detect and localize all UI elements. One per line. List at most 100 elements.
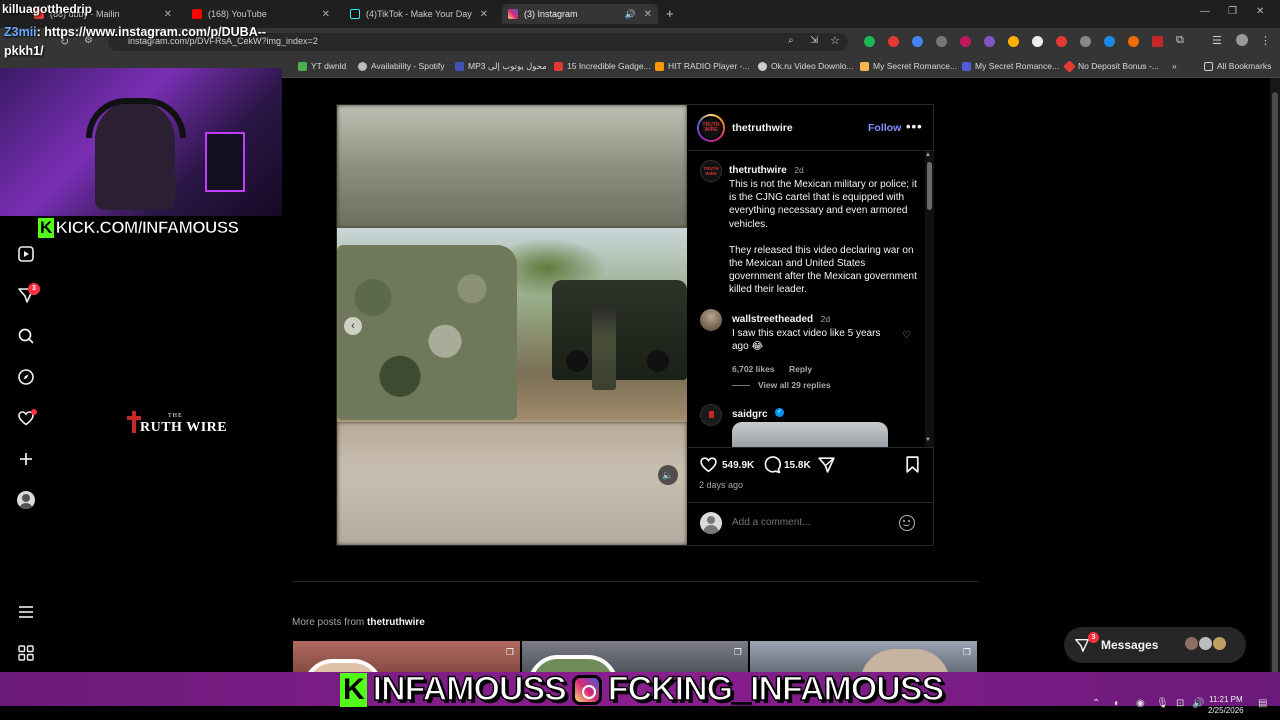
scroll-up-icon[interactable]: ▲	[925, 152, 931, 158]
extension-icon[interactable]	[936, 36, 947, 47]
maximize-icon[interactable]: ❐	[1228, 6, 1237, 17]
author-avatar-logo: TRUTH WIRE	[699, 116, 723, 140]
reply-button[interactable]: Reply	[789, 364, 812, 374]
post-video[interactable]	[337, 105, 687, 545]
discord-tray-icon[interactable]: ◉	[1136, 698, 1145, 709]
bookmark-item[interactable]: Ok.ru Video Downlo...	[758, 61, 854, 71]
headset-icon	[86, 98, 186, 138]
explore-compass-icon[interactable]	[17, 368, 35, 386]
bookmark-star-icon[interactable]: ☆	[830, 34, 840, 47]
share-icon[interactable]	[817, 455, 836, 479]
new-tab-icon[interactable]: +	[666, 6, 674, 21]
view-replies-button[interactable]: View all 29 replies	[732, 380, 831, 390]
extension-icon[interactable]	[1056, 36, 1067, 47]
bookmark-item[interactable]: My Secret Romance...	[860, 61, 957, 71]
current-user-avatar	[700, 512, 722, 534]
profile-avatar[interactable]	[17, 491, 35, 509]
extension-icon[interactable]	[888, 36, 899, 47]
tray-overflow-icon[interactable]: ⌃	[1092, 698, 1100, 709]
bookmark-item[interactable]: Availability - Spotify	[358, 61, 445, 71]
comments-list[interactable]: TRUTH WIRE thetruthwire 2d This is not t…	[688, 151, 934, 447]
comment-bubble-icon[interactable]	[762, 455, 781, 479]
previous-slide-button[interactable]: ‹	[344, 317, 362, 335]
create-plus-icon[interactable]	[17, 450, 35, 468]
caption-username[interactable]: thetruthwire	[729, 165, 787, 176]
media-control-icon[interactable]: ☰	[1212, 34, 1222, 47]
comment-likes[interactable]: 6,702 likes	[732, 364, 775, 374]
pickup-truck	[552, 280, 687, 380]
bookmark-item[interactable]: YT dwnld	[298, 61, 346, 71]
all-bookmarks-button[interactable]: All Bookmarks	[1204, 61, 1271, 71]
profile-avatar[interactable]	[1236, 34, 1248, 46]
scroll-down-icon[interactable]: ▼	[925, 437, 931, 443]
volume-icon[interactable]: 🔊	[1192, 698, 1204, 709]
bookmark-item[interactable]: HIT RADIO Player -...	[655, 61, 750, 71]
extension-icon[interactable]	[1152, 36, 1163, 47]
commenter-avatar[interactable]	[700, 404, 722, 426]
reels-icon[interactable]	[17, 245, 35, 263]
more-posts-heading: More posts from thetruthwire	[292, 617, 425, 628]
extension-icon[interactable]	[1080, 36, 1091, 47]
browser-tab-instagram[interactable]: (3) Instagram 🔊 ✕	[502, 4, 658, 24]
zoom-icon[interactable]: ⌕	[788, 35, 794, 46]
follow-button[interactable]: Follow	[868, 122, 901, 134]
comment-username[interactable]: saidgrc	[732, 409, 768, 420]
close-tab-icon[interactable]: ✕	[164, 9, 172, 20]
commenter-avatar[interactable]	[700, 309, 722, 331]
tab-audio-icon[interactable]: 🔊	[625, 9, 636, 20]
network-icon[interactable]: ⊡	[1176, 698, 1184, 709]
browser-tab-tiktok[interactable]: (4)TikTok - Make Your Day ✕	[344, 4, 494, 24]
comment-image[interactable]	[732, 422, 888, 447]
video-blurred-bottom	[337, 422, 687, 545]
divider	[292, 581, 978, 582]
extension-icon[interactable]	[912, 36, 923, 47]
extension-icon[interactable]	[1032, 36, 1043, 47]
more-bookmarks-button[interactable]: »	[1172, 61, 1177, 71]
comments-count[interactable]: 15.8K	[784, 460, 811, 471]
post-timestamp[interactable]: 2 days ago	[699, 480, 743, 490]
close-window-icon[interactable]: ✕	[1256, 6, 1264, 17]
search-icon[interactable]	[17, 327, 35, 345]
likes-count[interactable]: 549.9K	[722, 460, 754, 471]
bookmark-item[interactable]: 15 Incredible Gadge...	[554, 61, 651, 71]
author-username[interactable]: thetruthwire	[732, 122, 793, 134]
minimize-icon[interactable]: —	[1200, 6, 1210, 17]
comment-username[interactable]: wallstreetheaded	[732, 314, 813, 325]
like-comment-icon[interactable]: ♡	[902, 330, 911, 341]
browser-menu-icon[interactable]: ⋮	[1260, 34, 1271, 47]
bookmark-item[interactable]: No Deposit Bonus -...	[1063, 59, 1159, 73]
add-comment-input[interactable]	[732, 517, 882, 528]
extension-icon[interactable]	[1008, 36, 1019, 47]
close-tab-icon[interactable]: ✕	[480, 9, 488, 20]
notification-center-icon[interactable]: ▤	[1258, 698, 1267, 709]
extension-icon[interactable]	[960, 36, 971, 47]
caption-time: 2d	[794, 165, 804, 175]
also-from-meta-icon[interactable]	[17, 644, 35, 662]
like-heart-icon[interactable]	[699, 455, 718, 479]
page-scrollbar-thumb[interactable]	[1272, 92, 1278, 684]
view-replies-label: View all 29 replies	[758, 380, 831, 390]
extension-icon[interactable]	[1104, 36, 1115, 47]
extension-icon[interactable]	[1128, 36, 1139, 47]
more-posts-user[interactable]: thetruthwire	[367, 617, 425, 628]
microphone-icon[interactable]: 🎙	[1156, 698, 1169, 709]
audio-toggle-icon[interactable]: 🔈	[658, 465, 678, 485]
extension-icon[interactable]	[864, 36, 875, 47]
install-app-icon[interactable]: ⇲	[810, 35, 818, 46]
browser-tab-youtube[interactable]: (168) YouTube ✕	[186, 4, 336, 24]
menu-hamburger-icon[interactable]	[17, 603, 35, 621]
tray-app-icon[interactable]: ◐	[1114, 698, 1120, 709]
close-tab-icon[interactable]: ✕	[644, 9, 652, 20]
extension-icon[interactable]	[984, 36, 995, 47]
scrollbar-thumb[interactable]	[927, 162, 932, 210]
author-avatar[interactable]: TRUTH WIRE	[697, 114, 725, 142]
caption-avatar[interactable]: TRUTH WIRE	[700, 160, 722, 182]
save-bookmark-icon[interactable]	[904, 455, 921, 479]
more-options-icon[interactable]: •••	[906, 119, 923, 134]
taskbar-clock[interactable]: 11:21 PM 2/25/2026	[1208, 694, 1244, 716]
bookmark-item[interactable]: MP3 محول يوتوب إلى	[455, 61, 547, 72]
bookmark-item[interactable]: My Secret Romance...	[962, 61, 1059, 71]
extensions-puzzle-icon[interactable]: ⧉	[1176, 34, 1184, 47]
close-tab-icon[interactable]: ✕	[322, 9, 330, 20]
emoji-icon[interactable]	[899, 515, 915, 531]
